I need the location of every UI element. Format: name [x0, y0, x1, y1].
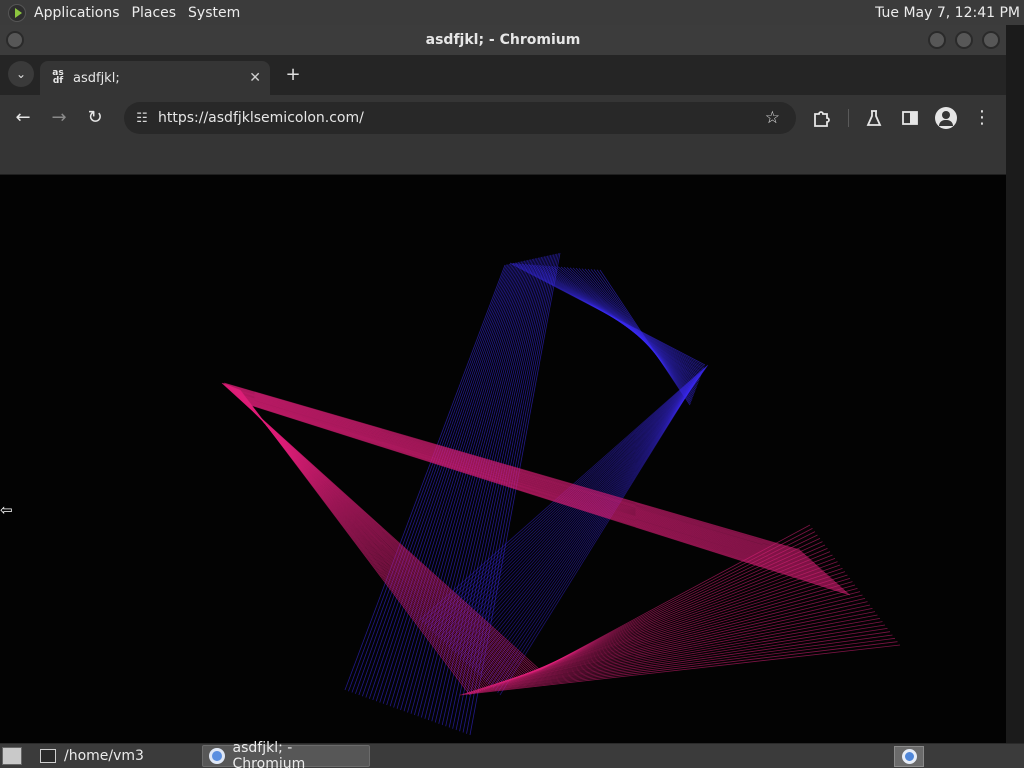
bookmarks-bar — [0, 141, 1006, 175]
puzzle-icon — [814, 111, 830, 127]
menu-button[interactable]: ⋮ — [970, 106, 994, 130]
url-text[interactable]: https://asdfjklsemicolon.com/ — [158, 110, 364, 126]
tab-title: asdfjkl; — [73, 70, 120, 86]
address-bar[interactable]: ☷ https://asdfjklsemicolon.com/ ☆ — [124, 102, 796, 134]
menu-system[interactable]: System — [182, 0, 246, 25]
applications-logo-icon[interactable] — [8, 3, 26, 22]
forward-button[interactable]: → — [47, 106, 71, 130]
site-settings-icon[interactable]: ☷ — [132, 111, 152, 126]
window-title: asdfjkl; - Chromium — [425, 32, 581, 48]
window-titlebar[interactable]: asdfjkl; - Chromium — [0, 25, 1006, 55]
reload-icon: ↻ — [87, 107, 103, 128]
top-panel: Applications Places System Tue May 7, 12… — [0, 0, 1024, 25]
flask-icon — [866, 110, 882, 126]
taskbar-item-terminal[interactable]: /home/vm3 — [34, 745, 194, 767]
extensions-button[interactable] — [809, 106, 833, 130]
site-favicon-icon: as df — [52, 68, 64, 86]
resize-cursor-icon: ⇦ — [0, 501, 13, 519]
arrow-right-icon: → — [51, 107, 67, 128]
tab-asdfjkl[interactable]: as df asdfjkl; ✕ — [40, 61, 270, 95]
profile-avatar-icon[interactable] — [935, 107, 957, 129]
chevron-down-icon: ⌄ — [15, 67, 27, 81]
labs-button[interactable] — [862, 106, 886, 130]
window-menu-button[interactable] — [6, 31, 24, 49]
tab-strip: ⌄ as df asdfjkl; ✕ + — [0, 55, 1006, 95]
side-panel-icon — [902, 111, 918, 125]
maximize-button[interactable] — [955, 31, 973, 49]
kebab-menu-icon: ⋮ — [973, 107, 991, 128]
back-button[interactable]: ← — [11, 106, 35, 130]
chromium-tray-icon — [901, 749, 917, 764]
menu-places[interactable]: Places — [126, 0, 183, 25]
chromium-icon — [209, 748, 225, 764]
terminal-icon — [40, 749, 56, 763]
taskbar-item-chromium[interactable]: asdfjkl; - Chromium — [202, 740, 370, 768]
show-desktop-icon[interactable] — [2, 747, 22, 765]
web-page-canvas[interactable] — [0, 175, 1006, 743]
side-panel-button[interactable] — [898, 106, 922, 130]
close-tab-icon[interactable]: ✕ — [249, 70, 261, 86]
bottom-panel: /home/vm3 asdfjkl; - Chromium — [0, 740, 1024, 768]
arrow-left-icon: ← — [15, 107, 31, 128]
menu-applications[interactable]: Applications — [28, 0, 126, 25]
new-tab-button[interactable]: + — [282, 64, 304, 86]
minimize-button[interactable] — [928, 31, 946, 49]
bookmark-star-icon[interactable]: ☆ — [765, 108, 780, 128]
reload-button[interactable]: ↻ — [83, 106, 107, 130]
string-art-canvas — [221, 252, 901, 736]
browser-window: asdfjkl; - Chromium ⌄ as df asdfjkl; ✕ + … — [0, 25, 1006, 743]
browser-toolbar: ← → ↻ ☷ https://asdfjklsemicolon.com/ ☆ … — [0, 95, 1006, 141]
tab-search-button[interactable]: ⌄ — [8, 61, 34, 87]
taskbar-item-label: /home/vm3 — [64, 748, 144, 764]
workspace-switcher[interactable] — [894, 746, 924, 767]
clock[interactable]: Tue May 7, 12:41 PM — [875, 5, 1024, 21]
close-window-button[interactable] — [982, 31, 1000, 49]
taskbar-item-label: asdfjkl; - Chromium — [232, 740, 306, 768]
toolbar-separator — [848, 109, 849, 127]
